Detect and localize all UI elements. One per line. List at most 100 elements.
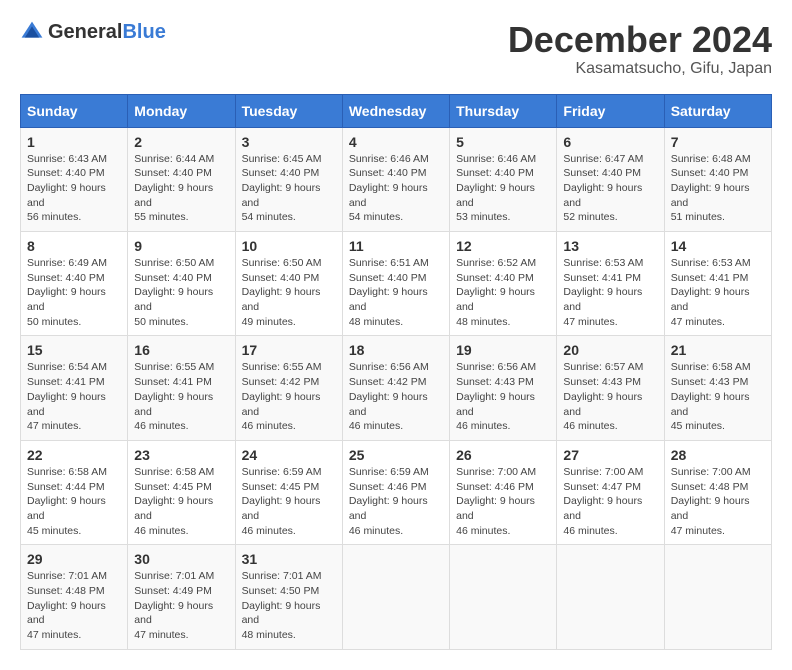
day-number: 2	[134, 134, 228, 150]
calendar-cell: 25 Sunrise: 6:59 AMSunset: 4:46 PMDaylig…	[342, 440, 449, 544]
day-info: Sunrise: 6:54 AMSunset: 4:41 PMDaylight:…	[27, 361, 107, 432]
calendar-cell: 19 Sunrise: 6:56 AMSunset: 4:43 PMDaylig…	[450, 336, 557, 440]
day-info: Sunrise: 7:00 AMSunset: 4:47 PMDaylight:…	[563, 466, 643, 537]
day-info: Sunrise: 6:57 AMSunset: 4:43 PMDaylight:…	[563, 361, 643, 432]
day-number: 28	[671, 447, 765, 463]
day-number: 31	[242, 551, 336, 567]
day-number: 6	[563, 134, 657, 150]
day-number: 8	[27, 238, 121, 254]
calendar-cell: 21 Sunrise: 6:58 AMSunset: 4:43 PMDaylig…	[664, 336, 771, 440]
day-number: 23	[134, 447, 228, 463]
day-info: Sunrise: 6:56 AMSunset: 4:43 PMDaylight:…	[456, 361, 536, 432]
day-info: Sunrise: 6:43 AMSunset: 4:40 PMDaylight:…	[27, 153, 107, 224]
day-number: 17	[242, 342, 336, 358]
day-info: Sunrise: 6:50 AMSunset: 4:40 PMDaylight:…	[242, 257, 322, 328]
day-info: Sunrise: 6:51 AMSunset: 4:40 PMDaylight:…	[349, 257, 429, 328]
calendar-cell: 4 Sunrise: 6:46 AMSunset: 4:40 PMDayligh…	[342, 127, 449, 231]
day-number: 3	[242, 134, 336, 150]
day-info: Sunrise: 6:53 AMSunset: 4:41 PMDaylight:…	[671, 257, 751, 328]
day-number: 18	[349, 342, 443, 358]
calendar-cell: 18 Sunrise: 6:56 AMSunset: 4:42 PMDaylig…	[342, 336, 449, 440]
calendar-cell: 16 Sunrise: 6:55 AMSunset: 4:41 PMDaylig…	[128, 336, 235, 440]
calendar-table: SundayMondayTuesdayWednesdayThursdayFrid…	[20, 94, 772, 650]
calendar-cell: 23 Sunrise: 6:58 AMSunset: 4:45 PMDaylig…	[128, 440, 235, 544]
location-title: Kasamatsucho, Gifu, Japan	[508, 60, 772, 78]
day-info: Sunrise: 7:01 AMSunset: 4:50 PMDaylight:…	[242, 570, 322, 641]
calendar-cell: 27 Sunrise: 7:00 AMSunset: 4:47 PMDaylig…	[557, 440, 664, 544]
day-info: Sunrise: 6:50 AMSunset: 4:40 PMDaylight:…	[134, 257, 214, 328]
day-number: 22	[27, 447, 121, 463]
calendar-week-row: 29 Sunrise: 7:01 AMSunset: 4:48 PMDaylig…	[21, 545, 772, 649]
calendar-cell: 26 Sunrise: 7:00 AMSunset: 4:46 PMDaylig…	[450, 440, 557, 544]
calendar-cell: 30 Sunrise: 7:01 AMSunset: 4:49 PMDaylig…	[128, 545, 235, 649]
calendar-cell: 20 Sunrise: 6:57 AMSunset: 4:43 PMDaylig…	[557, 336, 664, 440]
calendar-header-sunday: Sunday	[21, 94, 128, 127]
calendar-week-row: 1 Sunrise: 6:43 AMSunset: 4:40 PMDayligh…	[21, 127, 772, 231]
day-number: 16	[134, 342, 228, 358]
calendar-header-wednesday: Wednesday	[342, 94, 449, 127]
calendar-header-friday: Friday	[557, 94, 664, 127]
calendar-cell: 24 Sunrise: 6:59 AMSunset: 4:45 PMDaylig…	[235, 440, 342, 544]
day-number: 24	[242, 447, 336, 463]
day-number: 14	[671, 238, 765, 254]
calendar-cell	[557, 545, 664, 649]
calendar-cell: 12 Sunrise: 6:52 AMSunset: 4:40 PMDaylig…	[450, 232, 557, 336]
day-number: 25	[349, 447, 443, 463]
calendar-cell: 13 Sunrise: 6:53 AMSunset: 4:41 PMDaylig…	[557, 232, 664, 336]
day-number: 19	[456, 342, 550, 358]
calendar-cell: 11 Sunrise: 6:51 AMSunset: 4:40 PMDaylig…	[342, 232, 449, 336]
calendar-cell: 5 Sunrise: 6:46 AMSunset: 4:40 PMDayligh…	[450, 127, 557, 231]
calendar-cell: 15 Sunrise: 6:54 AMSunset: 4:41 PMDaylig…	[21, 336, 128, 440]
calendar-header-monday: Monday	[128, 94, 235, 127]
calendar-cell: 22 Sunrise: 6:58 AMSunset: 4:44 PMDaylig…	[21, 440, 128, 544]
calendar-cell: 31 Sunrise: 7:01 AMSunset: 4:50 PMDaylig…	[235, 545, 342, 649]
calendar-header-tuesday: Tuesday	[235, 94, 342, 127]
logo: GeneralBlue	[20, 20, 166, 44]
day-info: Sunrise: 6:46 AMSunset: 4:40 PMDaylight:…	[456, 153, 536, 224]
day-number: 11	[349, 238, 443, 254]
title-block: December 2024 Kasamatsucho, Gifu, Japan	[508, 20, 772, 78]
calendar-cell	[342, 545, 449, 649]
logo-text: GeneralBlue	[48, 21, 166, 44]
day-info: Sunrise: 6:55 AMSunset: 4:42 PMDaylight:…	[242, 361, 322, 432]
calendar-cell: 3 Sunrise: 6:45 AMSunset: 4:40 PMDayligh…	[235, 127, 342, 231]
calendar-header-saturday: Saturday	[664, 94, 771, 127]
day-number: 13	[563, 238, 657, 254]
day-info: Sunrise: 6:59 AMSunset: 4:45 PMDaylight:…	[242, 466, 322, 537]
calendar-cell	[450, 545, 557, 649]
calendar-week-row: 22 Sunrise: 6:58 AMSunset: 4:44 PMDaylig…	[21, 440, 772, 544]
calendar-cell: 7 Sunrise: 6:48 AMSunset: 4:40 PMDayligh…	[664, 127, 771, 231]
day-number: 9	[134, 238, 228, 254]
day-info: Sunrise: 6:58 AMSunset: 4:45 PMDaylight:…	[134, 466, 214, 537]
calendar-header-thursday: Thursday	[450, 94, 557, 127]
page-header: GeneralBlue December 2024 Kasamatsucho, …	[20, 20, 772, 78]
day-info: Sunrise: 7:00 AMSunset: 4:48 PMDaylight:…	[671, 466, 751, 537]
month-title: December 2024	[508, 20, 772, 60]
calendar-cell: 2 Sunrise: 6:44 AMSunset: 4:40 PMDayligh…	[128, 127, 235, 231]
day-info: Sunrise: 7:01 AMSunset: 4:48 PMDaylight:…	[27, 570, 107, 641]
day-number: 4	[349, 134, 443, 150]
day-number: 12	[456, 238, 550, 254]
calendar-cell: 14 Sunrise: 6:53 AMSunset: 4:41 PMDaylig…	[664, 232, 771, 336]
day-number: 7	[671, 134, 765, 150]
calendar-cell: 6 Sunrise: 6:47 AMSunset: 4:40 PMDayligh…	[557, 127, 664, 231]
day-number: 15	[27, 342, 121, 358]
day-info: Sunrise: 6:48 AMSunset: 4:40 PMDaylight:…	[671, 153, 751, 224]
day-info: Sunrise: 7:01 AMSunset: 4:49 PMDaylight:…	[134, 570, 214, 641]
day-info: Sunrise: 6:59 AMSunset: 4:46 PMDaylight:…	[349, 466, 429, 537]
calendar-cell: 10 Sunrise: 6:50 AMSunset: 4:40 PMDaylig…	[235, 232, 342, 336]
day-number: 5	[456, 134, 550, 150]
day-info: Sunrise: 6:44 AMSunset: 4:40 PMDaylight:…	[134, 153, 214, 224]
day-info: Sunrise: 6:47 AMSunset: 4:40 PMDaylight:…	[563, 153, 643, 224]
day-number: 26	[456, 447, 550, 463]
calendar-cell: 17 Sunrise: 6:55 AMSunset: 4:42 PMDaylig…	[235, 336, 342, 440]
day-number: 27	[563, 447, 657, 463]
day-info: Sunrise: 6:58 AMSunset: 4:43 PMDaylight:…	[671, 361, 751, 432]
day-info: Sunrise: 6:53 AMSunset: 4:41 PMDaylight:…	[563, 257, 643, 328]
calendar-cell: 8 Sunrise: 6:49 AMSunset: 4:40 PMDayligh…	[21, 232, 128, 336]
day-info: Sunrise: 6:52 AMSunset: 4:40 PMDaylight:…	[456, 257, 536, 328]
day-number: 29	[27, 551, 121, 567]
calendar-cell: 9 Sunrise: 6:50 AMSunset: 4:40 PMDayligh…	[128, 232, 235, 336]
day-info: Sunrise: 6:55 AMSunset: 4:41 PMDaylight:…	[134, 361, 214, 432]
logo-icon	[20, 20, 44, 44]
